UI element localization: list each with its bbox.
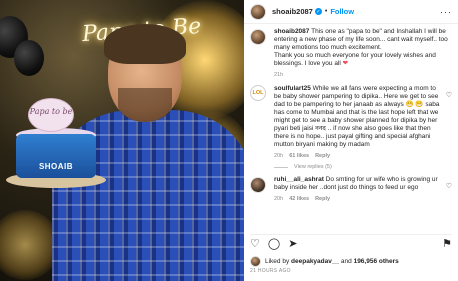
follow-button[interactable]: Follow xyxy=(330,7,354,16)
person-beard xyxy=(118,88,172,122)
commenter-username[interactable]: ruhi__ali_ashrat xyxy=(274,176,324,183)
more-options-icon[interactable]: ··· xyxy=(440,7,452,17)
liked-by: Liked by deepakyadav__ and 196,956 other… xyxy=(250,256,399,267)
bookmark-icon[interactable]: ⚑ xyxy=(442,237,452,250)
author-avatar[interactable] xyxy=(250,3,266,20)
post-header: shoaib2087 ✓ • Follow ··· xyxy=(244,0,458,24)
like-heart-icon[interactable]: ♡ xyxy=(250,237,260,250)
reply-button[interactable]: Reply xyxy=(315,195,330,203)
caption-text-2: Thank you so much everyone for your love… xyxy=(274,52,436,67)
author-username[interactable]: shoaib2087 xyxy=(272,7,313,16)
separator-dot: • xyxy=(324,8,328,15)
comment-text: While we all fans were expecting a mom t… xyxy=(274,85,440,148)
action-bar: ♡ ◯ ➤ ⚑ xyxy=(250,234,452,250)
comment-likes[interactable]: 42 likes xyxy=(289,195,309,203)
comment-time: 20h xyxy=(274,153,284,159)
comment-bubble-icon[interactable]: ◯ xyxy=(268,237,280,250)
commenter-avatar[interactable] xyxy=(250,177,266,193)
caption: shoaib2087 This one as "papa to be" and … xyxy=(244,28,458,79)
cake-name-label: SHOAIB xyxy=(38,162,74,171)
liker-avatar[interactable] xyxy=(250,256,261,267)
author-avatar[interactable] xyxy=(250,29,266,45)
caption-time: 21h xyxy=(274,72,284,78)
post-image[interactable]: Papa to Be SHOAIB Papa to be xyxy=(0,0,244,281)
comment-like-icon[interactable]: ♡ xyxy=(446,91,452,160)
comments-list[interactable]: shoaib2087 This one as "papa to be" and … xyxy=(244,28,458,228)
comment: LOL soulfulart25 While we all fans were … xyxy=(244,85,458,160)
post-sidebar: shoaib2087 ✓ • Follow ··· shoaib2087 Thi… xyxy=(244,0,458,281)
liked-by-prefix: Liked by xyxy=(265,258,290,265)
comment-likes[interactable]: 61 likes xyxy=(289,152,309,160)
liked-by-mid: and xyxy=(340,258,352,265)
share-send-icon[interactable]: ➤ xyxy=(288,237,297,250)
comment-like-icon[interactable]: ♡ xyxy=(446,182,452,203)
bokeh-light xyxy=(0,210,60,280)
black-balloon xyxy=(14,40,44,76)
reply-button[interactable]: Reply xyxy=(315,152,330,160)
cake xyxy=(16,134,96,178)
commenter-username[interactable]: soulfulart25 xyxy=(274,85,311,92)
comment-time: 20h xyxy=(274,196,284,202)
comment: ruhi__ali_ashrat Do smting for ur wife w… xyxy=(244,176,458,203)
verified-badge-icon: ✓ xyxy=(314,8,322,15)
liked-by-count[interactable]: 196,956 others xyxy=(354,258,399,265)
commenter-avatar[interactable]: LOL xyxy=(250,85,266,101)
view-replies-button[interactable]: View replies (5) xyxy=(274,164,458,170)
caption-username[interactable]: shoaib2087 xyxy=(274,28,309,35)
red-heart-icon: ❤ xyxy=(342,60,349,67)
cake-topper: Papa to be xyxy=(28,98,74,132)
person-hair xyxy=(104,24,186,64)
post-timestamp[interactable]: 21 HOURS AGO xyxy=(250,268,291,274)
liked-by-user[interactable]: deepakyadav__ xyxy=(291,258,339,265)
